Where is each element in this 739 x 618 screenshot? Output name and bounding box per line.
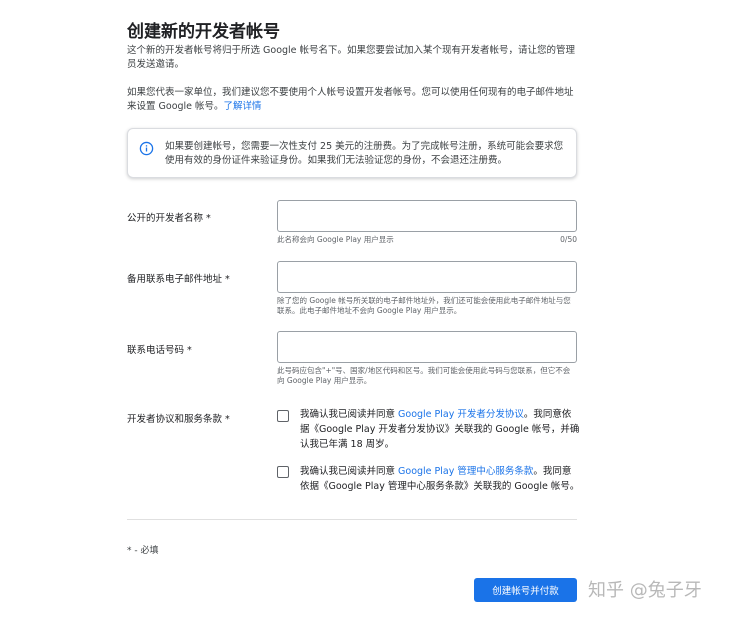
distribution-agreement-prefix: 我确认我已阅读并同意: [300, 409, 399, 420]
distribution-agreement-checkbox[interactable]: [277, 410, 289, 422]
backup-email-helper: 除了您的 Google 帐号所关联的电子邮件地址外，我们还可能会使用此电子邮件地…: [277, 296, 571, 315]
intro-paragraph-2-text: 如果您代表一家单位，我们建议您不要使用个人帐号设置开发者帐号。您可以使用任何现有…: [127, 87, 574, 112]
phone-helper: 此号码应包含"+"号、国家/地区代码和区号。我们可能会使用此号码与您联系，但它不…: [277, 366, 571, 385]
watermark: 知乎 @兔子牙: [588, 580, 702, 601]
backup-email-label: 备用联系电子邮件地址 *: [127, 274, 230, 285]
learn-more-link[interactable]: 了解详情: [224, 101, 262, 112]
registration-fee-info-card: 如果要创建帐号，您需要一次性支付 25 美元的注册费。为了完成帐号注册，系统可能…: [127, 128, 577, 178]
page-title: 创建新的开发者帐号: [127, 22, 280, 42]
agreements-label: 开发者协议和服务条款 *: [127, 414, 230, 425]
console-terms-prefix: 我确认我已阅读并同意: [300, 466, 399, 477]
developer-name-label: 公开的开发者名称 *: [127, 213, 211, 224]
console-terms-text: 我确认我已阅读并同意 Google Play 管理中心服务条款。我同意依据《Go…: [300, 464, 580, 494]
console-terms-checkbox[interactable]: [277, 466, 289, 478]
console-terms-link[interactable]: Google Play 管理中心服务条款: [398, 466, 533, 477]
phone-label: 联系电话号码 *: [127, 345, 192, 356]
developer-name-input[interactable]: [277, 200, 577, 232]
backup-email-input[interactable]: [277, 261, 577, 293]
intro-paragraph-2: 如果您代表一家单位，我们建议您不要使用个人帐号设置开发者帐号。您可以使用任何现有…: [127, 86, 577, 114]
required-note: * - 必填: [127, 546, 159, 556]
distribution-agreement-text: 我确认我已阅读并同意 Google Play 开发者分发协议。我同意依据《Goo…: [300, 407, 580, 452]
info-card-text: 如果要创建帐号，您需要一次性支付 25 美元的注册费。为了完成帐号注册，系统可能…: [165, 141, 564, 166]
developer-name-counter: 0/50: [560, 235, 577, 244]
create-developer-account-page: 创建新的开发者帐号 这个新的开发者帐号将归于所选 Google 帐号名下。如果您…: [0, 0, 739, 618]
developer-name-helper: 此名称会向 Google Play 用户显示: [277, 235, 394, 244]
section-divider: [127, 519, 577, 520]
distribution-agreement-link[interactable]: Google Play 开发者分发协议: [398, 409, 524, 420]
info-icon: [139, 141, 154, 156]
intro-paragraph-1: 这个新的开发者帐号将归于所选 Google 帐号名下。如果您要尝试加入某个现有开…: [127, 45, 576, 70]
create-account-and-pay-button[interactable]: 创建帐号并付款: [474, 578, 577, 602]
phone-input[interactable]: [277, 331, 577, 363]
